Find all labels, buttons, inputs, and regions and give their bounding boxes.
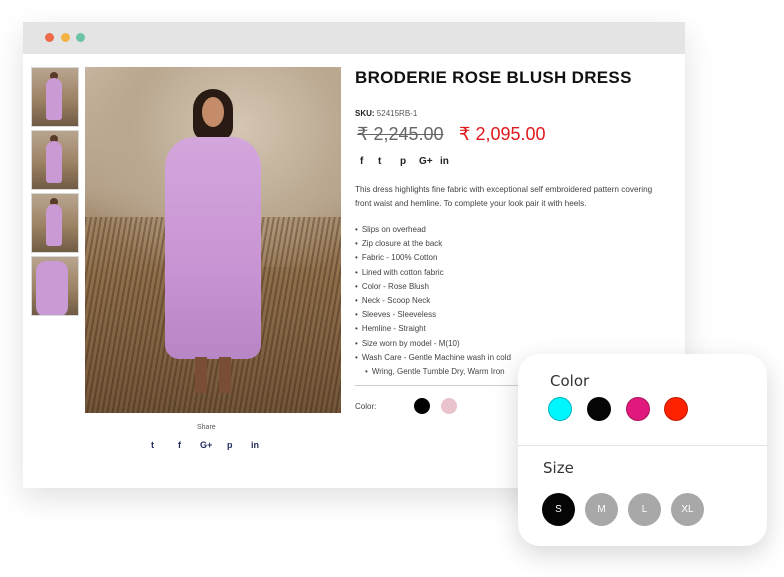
size-option-m[interactable]: M — [585, 493, 618, 526]
size-option-l[interactable]: L — [628, 493, 661, 526]
product-thumbnail-3[interactable] — [31, 193, 79, 253]
variant-options-panel: Color Size S M L XL — [518, 354, 767, 546]
product-details-list: Slips on overhead Zip closure at the bac… — [355, 223, 545, 379]
close-window-dot[interactable] — [45, 33, 54, 42]
list-item: Sleeves - Sleeveless — [355, 308, 545, 322]
facebook-share-icon[interactable]: f — [178, 440, 181, 450]
list-item: Neck - Scoop Neck — [355, 294, 545, 308]
twitter-share-icon[interactable]: t — [151, 440, 154, 450]
size-heading: Size — [543, 459, 574, 477]
color-label: Color: — [355, 402, 377, 411]
product-title: BRODERIE ROSE BLUSH DRESS — [355, 68, 632, 87]
product-thumbnail-2[interactable] — [31, 130, 79, 190]
product-thumbnail-4[interactable] — [31, 256, 79, 316]
color-option-magenta[interactable] — [626, 397, 650, 421]
linkedin-share-icon[interactable]: in — [251, 440, 259, 450]
maximize-window-dot[interactable] — [76, 33, 85, 42]
original-price: ₹ 2,245.00 — [357, 124, 444, 144]
list-item: Lined with cotton fabric — [355, 266, 545, 280]
list-item: Wring, Gentle Tumble Dry, Warm Iron — [355, 365, 545, 379]
list-item: Fabric - 100% Cotton — [355, 251, 545, 265]
facebook-icon[interactable]: f — [360, 156, 363, 167]
sale-price: ₹ 2,095.00 — [459, 124, 546, 144]
list-item: Slips on overhead — [355, 223, 545, 237]
window-titlebar — [23, 22, 685, 54]
color-swatch-blush[interactable] — [441, 398, 457, 414]
minimize-window-dot[interactable] — [61, 33, 70, 42]
product-description: This dress highlights fine fabric with e… — [355, 185, 653, 208]
sku-label: SKU: — [355, 109, 375, 118]
sku-value: 52415RB-1 — [376, 109, 418, 118]
list-item: Wash Care - Gentle Machine wash in cold — [355, 351, 545, 365]
color-option-cyan[interactable] — [548, 397, 572, 421]
color-heading: Color — [550, 372, 590, 390]
color-option-red[interactable] — [664, 397, 688, 421]
google-plus-share-icon[interactable]: G+ — [200, 440, 212, 450]
product-main-image[interactable] — [85, 67, 341, 413]
list-item: Color - Rose Blush — [355, 280, 545, 294]
size-option-s[interactable]: S — [542, 493, 575, 526]
product-sku: SKU: 52415RB-1 — [355, 109, 417, 118]
list-item: Zip closure at the back — [355, 237, 545, 251]
size-option-xl[interactable]: XL — [671, 493, 704, 526]
divider — [355, 385, 545, 386]
list-item: Hemline - Straight — [355, 322, 545, 336]
google-plus-icon[interactable]: G+ — [419, 156, 433, 167]
panel-divider — [518, 445, 767, 446]
twitter-icon[interactable]: t — [378, 156, 381, 167]
color-swatch-black[interactable] — [414, 398, 430, 414]
share-label: Share — [197, 424, 216, 431]
product-thumbnail-1[interactable] — [31, 67, 79, 127]
pinterest-share-icon[interactable]: p — [227, 440, 233, 450]
list-item: Size worn by model - M(10) — [355, 337, 545, 351]
color-option-black[interactable] — [587, 397, 611, 421]
linkedin-icon[interactable]: in — [440, 156, 449, 167]
pinterest-icon[interactable]: p — [400, 156, 406, 167]
